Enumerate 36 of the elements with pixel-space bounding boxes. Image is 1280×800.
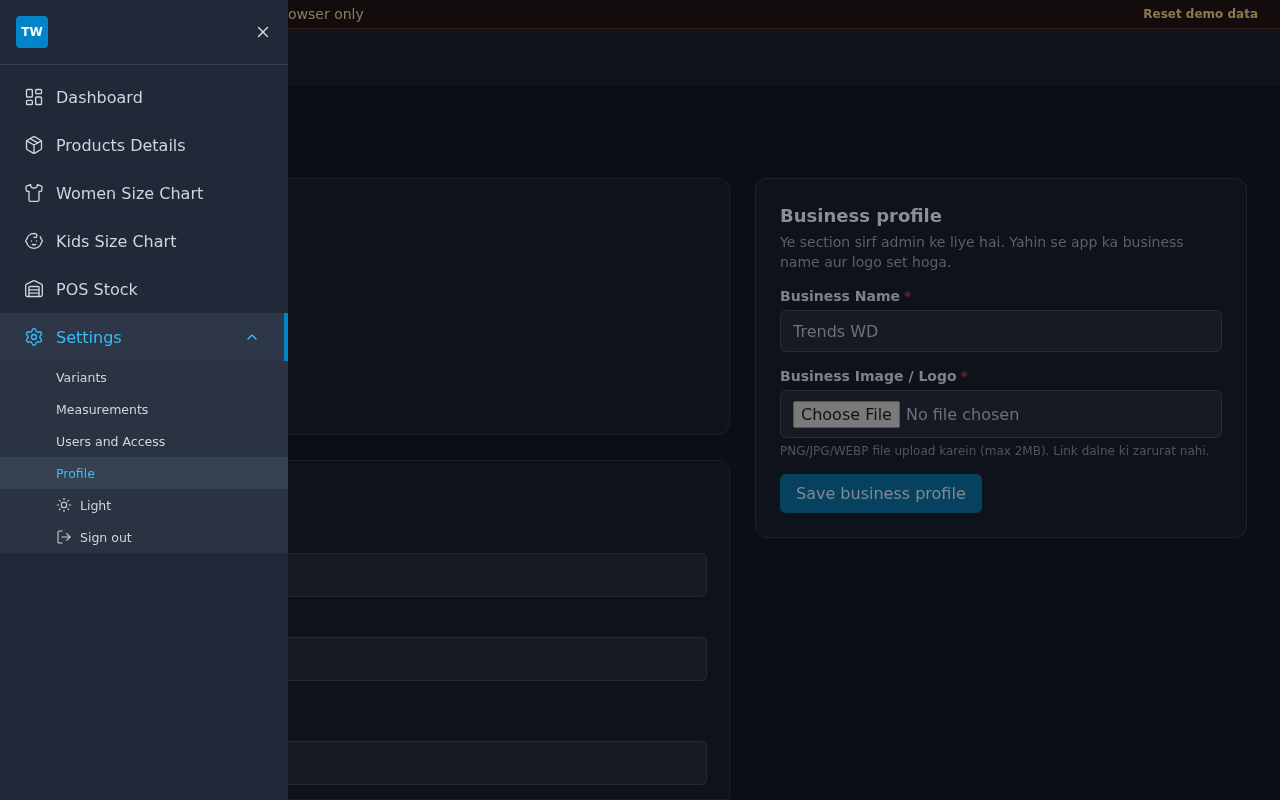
nav-icon <box>24 231 44 251</box>
theme-toggle[interactable]: Light <box>0 489 288 521</box>
card-title: Business profile <box>780 205 943 226</box>
nav-item[interactable]: Products Details <box>0 121 288 169</box>
choose-file-button[interactable]: Choose File <box>793 400 900 428</box>
nav-icon <box>24 135 44 155</box>
required-mark: * <box>904 288 912 304</box>
nav-item[interactable]: Kids Size Chart <box>0 217 288 265</box>
nav-item[interactable]: Dashboard <box>0 73 288 121</box>
nav-item[interactable]: POS Stock <box>0 265 288 313</box>
nav-icon <box>24 327 44 347</box>
field-hint: PNG/JPG/WEBP file upload karein (max 2MB). Link dalne ki zarurat nahi. <box>780 444 1211 458</box>
nav-icon <box>24 87 44 107</box>
sign-out-button[interactable]: Sign out <box>0 521 288 553</box>
subnav-item[interactable]: Variants <box>0 361 288 393</box>
subnav-item[interactable]: Users and Access <box>0 425 288 457</box>
reset-demo-button[interactable]: Reset demo data <box>1137 6 1264 23</box>
subnav-item[interactable]: Profile <box>0 457 288 489</box>
file-upload-field[interactable]: Choose File No file chosen <box>780 390 1222 438</box>
required-mark: * <box>960 368 968 384</box>
input-field[interactable] <box>288 637 707 681</box>
file-status: No file chosen <box>905 404 1020 424</box>
field-label: Business Image / Logo <box>780 368 957 384</box>
subnav-item[interactable]: Measurements <box>0 393 288 425</box>
nav-item[interactable]: Women Size Chart <box>0 169 288 217</box>
nav-icon <box>24 279 44 299</box>
input-field[interactable] <box>288 553 707 597</box>
sign-out-icon <box>56 529 72 545</box>
logo: TW <box>16 16 48 48</box>
card-description: Ye section sirf admin ke liye hai. Yahin se app ka business name aur logo set hoga. <box>780 233 1185 272</box>
sun-icon <box>56 497 72 513</box>
banner-text: owser only <box>288 6 364 23</box>
nav-item[interactable]: Settings <box>0 313 288 361</box>
nav-icon <box>24 183 44 203</box>
input-field[interactable] <box>288 741 707 785</box>
field-label: Business Name <box>780 288 901 304</box>
